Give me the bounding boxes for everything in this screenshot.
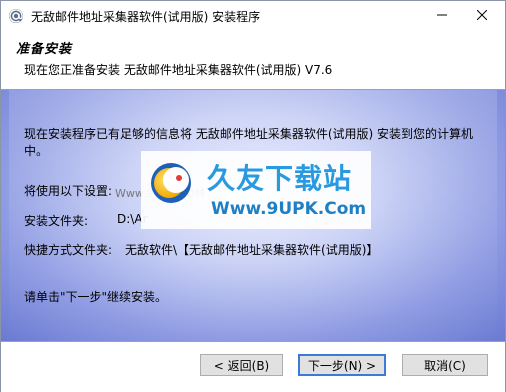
- back-button[interactable]: < 返回(B): [200, 354, 283, 376]
- installer-window: 无敌邮件地址采集器软件(试用版) 安装程序 准备安装 现在您正准备安装 无敌邮件…: [0, 0, 506, 392]
- next-button[interactable]: 下一步(N) >: [298, 354, 386, 376]
- window-title: 无敌邮件地址采集器软件(试用版) 安装程序: [31, 10, 261, 24]
- moon-logo-icon: [149, 161, 193, 205]
- page-subtitle: 现在您正准备安装 无敌邮件地址采集器软件(试用版) V7.6: [24, 63, 333, 77]
- intro-text-line2: 中。: [24, 144, 49, 158]
- watermark-url: Www.9UPK.Com: [211, 199, 367, 219]
- shortcut-folder-value: 无敌软件\【无敌邮件地址采集器软件(试用版)】: [125, 243, 379, 257]
- wizard-footer: < 返回(B) 下一步(N) > 取消(C): [1, 341, 505, 392]
- install-folder-label: 安装文件夹:: [24, 214, 89, 228]
- settings-label: 将使用以下设置:: [24, 184, 113, 198]
- continue-instruction: 请单击"下一步"继续安装。: [24, 290, 168, 304]
- mail-at-icon: [8, 8, 24, 24]
- close-icon: [476, 9, 488, 23]
- watermark-brand: 久友下载站: [207, 162, 353, 195]
- page-title: 准备安装: [16, 42, 73, 57]
- cancel-button[interactable]: 取消(C): [402, 354, 488, 376]
- wizard-header: 准备安装 现在您正准备安装 无敌邮件地址采集器软件(试用版) V7.6: [1, 31, 505, 90]
- shortcut-folder-label: 快捷方式文件夹:: [24, 243, 113, 257]
- minimize-icon: [437, 9, 447, 23]
- intro-text-line1: 现在安装程序已有足够的信息将 无敌邮件地址采集器软件(试用版) 安装到您的计算机: [24, 127, 473, 141]
- watermark-overlay: 久友下载站 Www.9UPK.Com: [141, 151, 371, 229]
- title-bar: 无敌邮件地址采集器软件(试用版) 安装程序: [1, 1, 505, 31]
- close-button[interactable]: [459, 1, 505, 31]
